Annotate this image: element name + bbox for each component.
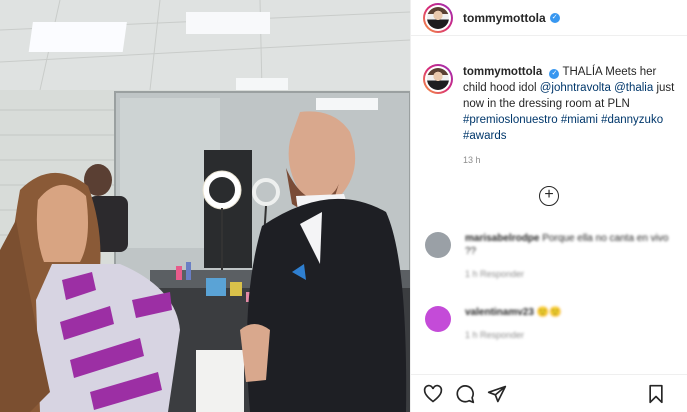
comment-icon[interactable]	[455, 384, 475, 404]
header-username[interactable]: tommymottola	[463, 11, 546, 25]
verified-badge-icon: ✓	[549, 69, 560, 79]
mention-johntravolta[interactable]: @johntravolta	[540, 82, 611, 94]
post-actions-bar	[411, 374, 687, 412]
heart-icon[interactable]	[423, 384, 443, 404]
comment-meta[interactable]: 1 h Responder	[465, 329, 562, 342]
comment-username[interactable]: marisabelrodpe	[465, 233, 539, 244]
post-side-panel: tommymottola ✓ tommymottola ✓ THALÍA Mee…	[410, 0, 687, 412]
post-photo[interactable]	[0, 0, 410, 412]
caption-avatar[interactable]	[423, 64, 453, 94]
comment-text: 🙂🙂	[536, 307, 562, 318]
dressing-room-photo	[0, 0, 410, 412]
post-caption: tommymottola ✓ THALÍA Meets her child ho…	[423, 64, 679, 168]
post-header: tommymottola ✓	[411, 0, 687, 36]
comment-username[interactable]: valentinamv23	[465, 307, 534, 318]
caption-username[interactable]: tommymottola	[463, 66, 542, 78]
hashtag-dannyzuko[interactable]: #dannyzuko	[601, 114, 663, 126]
hashtag-miami[interactable]: #miami	[561, 114, 598, 126]
comment-item: valentinamv23 🙂🙂 1 h Responder	[425, 306, 681, 342]
comment-avatar[interactable]	[425, 232, 451, 258]
mention-thalia[interactable]: @thalia	[614, 82, 653, 94]
post-timestamp: 13 h	[463, 155, 481, 165]
share-icon[interactable]	[487, 384, 507, 404]
verified-badge-icon: ✓	[549, 12, 560, 23]
caption-text: tommymottola ✓ THALÍA Meets her child ho…	[463, 64, 679, 168]
hashtag-premioslonuestro[interactable]: #premioslonuestro	[463, 114, 558, 126]
profile-avatar[interactable]	[423, 2, 453, 33]
hashtag-awards[interactable]: #awards	[463, 130, 506, 142]
load-more-comments-button[interactable]: +	[539, 186, 559, 206]
comment-item: marisabelrodpe Porque ella no canta en v…	[425, 232, 681, 281]
comment-meta[interactable]: 1 h Responder	[465, 268, 681, 281]
comment-avatar[interactable]	[425, 306, 451, 332]
bookmark-icon[interactable]	[646, 384, 666, 404]
